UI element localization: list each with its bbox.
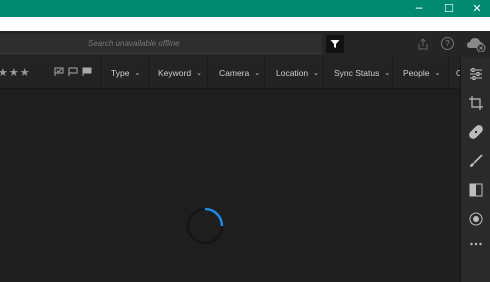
sliders-icon[interactable] — [469, 67, 483, 81]
filter-keyword-label: Keyword — [158, 68, 192, 78]
divider — [392, 57, 393, 89]
photo-grid-area — [0, 89, 460, 282]
filter-type-label: Type — [111, 68, 130, 78]
healing-bandage-icon[interactable] — [469, 125, 483, 139]
filter-type[interactable]: Type ⌄ — [111, 57, 140, 89]
divider — [323, 57, 324, 89]
cloud-offline-icon[interactable] — [466, 36, 486, 52]
chevron-down-icon: ⌄ — [134, 69, 141, 77]
share-icon[interactable] — [416, 37, 430, 51]
linear-gradient-icon[interactable] — [469, 183, 483, 197]
maximize-button[interactable]: ☐ — [434, 0, 464, 17]
chevron-down-icon: ⌄ — [313, 69, 320, 77]
rejected-flag-icon[interactable] — [82, 67, 92, 77]
crop-icon[interactable] — [469, 96, 483, 110]
more-icon[interactable] — [469, 237, 483, 251]
filter-bar: ★★★ Type ⌄ Keyword ⌄ Camera ⌄ Location ⌄… — [0, 57, 460, 89]
divider — [100, 57, 101, 89]
divider — [148, 57, 149, 89]
filter-people-label: People — [403, 68, 430, 78]
help-icon[interactable]: ? — [441, 37, 454, 50]
chevron-down-icon: ⌄ — [434, 69, 441, 77]
menu-strip — [0, 17, 490, 31]
filter-people[interactable]: People ⌄ — [403, 57, 440, 89]
filter-keyword[interactable]: Keyword ⌄ — [158, 57, 202, 89]
search-input[interactable]: Search unavailable offline — [0, 34, 322, 54]
title-bar: ─ ☐ ✕ — [0, 0, 490, 17]
picked-flag-icon[interactable] — [54, 67, 64, 77]
divider — [264, 57, 265, 89]
rating-stars[interactable]: ★★★ — [0, 66, 31, 79]
filter-camera-label: Camera — [219, 68, 250, 78]
divider — [207, 57, 208, 89]
filter-button[interactable] — [326, 35, 344, 53]
filter-sync-status[interactable]: Sync Status ⌄ — [334, 57, 390, 89]
filter-location[interactable]: Location ⌄ — [276, 57, 319, 89]
radial-gradient-icon[interactable] — [469, 212, 483, 226]
top-bar: Search unavailable offline ? — [0, 31, 490, 57]
brush-icon[interactable] — [469, 154, 483, 168]
filter-sync-status-label: Sync Status — [334, 68, 380, 78]
chevron-down-icon: ⌄ — [196, 69, 202, 77]
divider — [448, 57, 449, 89]
close-button[interactable]: ✕ — [462, 0, 490, 17]
funnel-icon — [330, 40, 340, 48]
filter-camera[interactable]: Camera ⌄ — [219, 57, 260, 89]
chevron-down-icon: ⌄ — [254, 69, 261, 77]
right-tool-panel — [460, 57, 490, 282]
filter-location-label: Location — [276, 68, 309, 78]
chevron-down-icon: ⌄ — [384, 69, 391, 77]
minimize-button[interactable]: ─ — [404, 0, 434, 17]
unflagged-icon[interactable] — [68, 67, 78, 77]
loading-spinner-icon — [186, 207, 224, 245]
